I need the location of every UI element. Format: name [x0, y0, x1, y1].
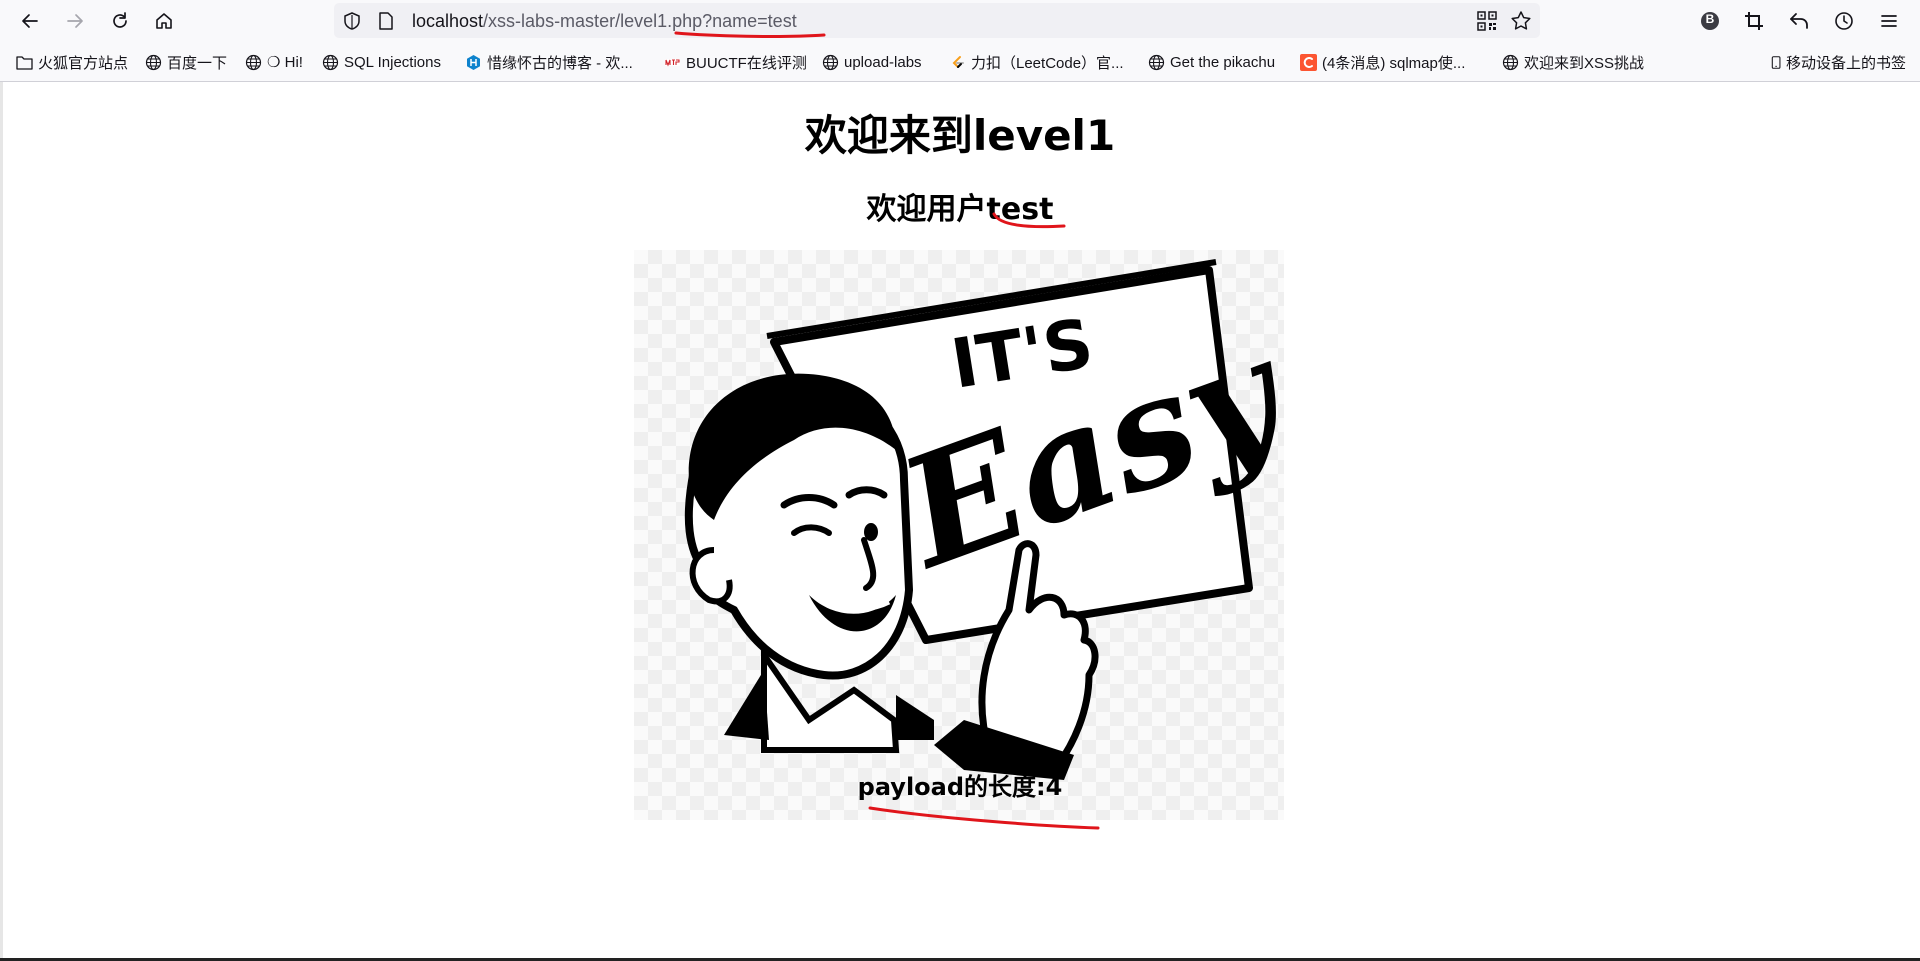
bookmark-label: 力扣（LeetCode）官... — [971, 54, 1124, 72]
hexo-icon — [467, 54, 480, 70]
qr-code-icon[interactable] — [1477, 11, 1497, 31]
bookmark-label: ❍ Hi! — [267, 54, 303, 71]
bookmark-label: BUUCTF在线评测 — [686, 54, 807, 72]
bookmark-item[interactable]: SQL Injections — [322, 52, 441, 72]
url-host: localhost — [412, 11, 484, 31]
arrow-right-icon — [67, 14, 83, 28]
crop-icon — [1745, 12, 1763, 30]
history-button[interactable] — [1831, 8, 1857, 34]
bookmark-item[interactable]: upload-labs — [822, 52, 922, 72]
bookmark-label: Get the pikachu — [1170, 53, 1276, 71]
home-icon — [156, 13, 172, 29]
bookmark-label: 惜缘怀古的博客 - 欢... — [487, 54, 633, 72]
bookmark-label: upload-labs — [844, 53, 922, 71]
welcome-prefix: 欢迎用户 — [866, 192, 987, 227]
menu-button[interactable] — [1876, 8, 1902, 34]
globe-icon — [145, 54, 162, 70]
bookmark-label: 欢迎来到XSS挑战 — [1524, 54, 1645, 72]
its-easy-illustration: IT'S Easy — [684, 259, 1284, 780]
hamburger-icon — [1881, 15, 1897, 27]
mobile-bookmarks[interactable]: 移动设备上的书签 — [1770, 52, 1906, 72]
globe-icon — [822, 54, 839, 70]
reload-button[interactable] — [105, 6, 135, 36]
globe-icon — [1148, 54, 1165, 70]
arrow-left-icon — [22, 14, 38, 28]
bookmark-item[interactable]: 力扣（LeetCode）官... — [949, 52, 1124, 72]
undo-button[interactable] — [1786, 8, 1812, 34]
globe-icon — [1502, 54, 1519, 70]
mobile-device-icon — [1771, 55, 1781, 69]
csdn-icon — [1300, 53, 1317, 71]
page-content: 欢迎来到level1 欢迎用户test IT'S Easy payload的长度… — [0, 82, 1920, 961]
bookmark-item[interactable]: 百度一下 — [145, 52, 227, 72]
bookmark-label: 火狐官方站点 — [38, 54, 129, 72]
buuctf-icon — [665, 58, 680, 66]
back-button[interactable] — [15, 6, 45, 36]
bookmark-item[interactable]: Get the pikachu — [1148, 52, 1275, 72]
bookmark-item[interactable]: ❍ Hi! — [245, 52, 303, 72]
screenshot-button[interactable] — [1741, 8, 1767, 34]
address-bar[interactable]: localhost/xss-labs-master/level1.php?nam… — [334, 3, 1540, 38]
clock-icon — [1835, 12, 1853, 30]
bookmark-item[interactable]: BUUCTF在线评测 — [664, 52, 807, 72]
bookmark-label: 百度一下 — [167, 54, 228, 72]
welcome-heading: 欢迎用户test — [0, 184, 1920, 228]
bookmark-label: SQL Injections — [344, 53, 441, 71]
bookmark-label: (4条消息) sqlmap使... — [1322, 54, 1466, 72]
page-title: 欢迎来到level1 — [804, 111, 1116, 160]
leetcode-icon — [952, 55, 964, 68]
undo-icon — [1790, 13, 1808, 29]
bookmark-item[interactable]: 火狐官方站点 — [16, 52, 128, 72]
mobile-bookmarks-label: 移动设备上的书签 — [1785, 54, 1906, 72]
bookmark-item[interactable]: (4条消息) sqlmap使... — [1300, 52, 1465, 72]
url-path: /xss-labs-master/level1.php?name=test — [483, 11, 797, 31]
bookmark-item[interactable]: 惜缘怀古的博客 - 欢... — [465, 52, 633, 72]
profile-badge-label: B — [1705, 12, 1715, 26]
profile-badge-button[interactable]: B — [1697, 8, 1723, 34]
url-text[interactable]: localhost/xss-labs-master/level1.php?nam… — [412, 11, 797, 31]
welcome-username: test — [986, 192, 1054, 227]
page-info-icon[interactable] — [378, 12, 394, 30]
its-easy-image: IT'S Easy — [634, 250, 1284, 820]
home-button[interactable] — [149, 6, 179, 36]
globe-icon — [245, 54, 262, 70]
browser-toolbar: localhost/xss-labs-master/level1.php?nam… — [0, 0, 1920, 42]
folder-icon — [16, 55, 33, 70]
payload-length: payload的长度:4 — [857, 773, 1063, 801]
globe-icon — [322, 54, 339, 70]
bookmark-item[interactable]: 欢迎来到XSS挑战 — [1502, 52, 1644, 72]
bookmark-star-icon[interactable] — [1510, 10, 1532, 32]
reload-icon — [113, 12, 127, 28]
shield-icon[interactable] — [342, 11, 362, 31]
forward-button[interactable] — [60, 6, 90, 36]
bookmarks-bar: 火狐官方站点 百度一下 ❍ Hi! SQL Injections 惜缘怀古的博客… — [0, 42, 1920, 82]
